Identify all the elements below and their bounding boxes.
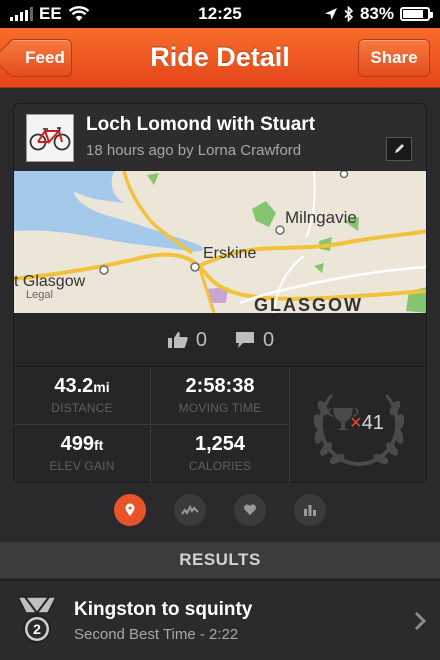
silver-medal-icon: 2 — [15, 595, 59, 647]
kudos-button[interactable]: 0 — [167, 328, 207, 352]
battery-icon — [400, 7, 433, 21]
battery-percent: 83% — [359, 4, 394, 23]
ride-subtitle: 18 hours ago by Lorna Crawford — [86, 142, 302, 159]
tab-splits[interactable] — [294, 494, 326, 526]
location-arrow-icon — [324, 8, 337, 20]
map-label-erskine: Erskine — [203, 245, 257, 262]
bar-chart-icon — [304, 505, 316, 516]
status-left: EE — [10, 4, 90, 24]
share-button[interactable]: Share — [358, 39, 430, 77]
thumbs-up-icon — [167, 332, 188, 348]
edit-pencil-icon[interactable] — [386, 137, 412, 161]
chevron-right-icon — [414, 611, 426, 631]
wifi-icon — [68, 6, 90, 21]
activity-graph-icon — [181, 504, 199, 515]
stat-moving-time: 2:58:38 MOVING TIME — [151, 368, 290, 425]
map-label-milngavie: Milngavie — [285, 208, 357, 227]
ride-header: Loch Lomond with Stuart 18 hours ago by … — [14, 104, 426, 170]
tab-heart-rate[interactable] — [234, 494, 266, 526]
elev-value-wrap: 499ft — [14, 433, 150, 456]
comments-button[interactable]: 0 — [235, 329, 274, 352]
feed-back-button[interactable]: Feed — [8, 39, 72, 77]
stat-elev-gain: 499ft ELEV GAIN — [14, 426, 151, 482]
elev-value: 499 — [60, 433, 95, 455]
map-legal-link[interactable]: Legal — [26, 289, 53, 301]
elev-unit: ft — [94, 437, 104, 453]
ride-map[interactable]: Milngavie Erskine t Glasgow GLASGOW Lega… — [14, 171, 426, 313]
carrier-label: EE — [39, 4, 62, 23]
elev-label: ELEV GAIN — [49, 459, 115, 473]
comment-icon — [236, 332, 254, 348]
distance-unit: mi — [93, 379, 110, 395]
bike-icon — [26, 114, 74, 162]
results-header: RESULTS — [0, 542, 440, 578]
heart-icon — [243, 504, 257, 515]
map-graphic — [14, 171, 426, 313]
achievements-prefix: × — [350, 412, 362, 434]
calories-label: CALORIES — [188, 459, 252, 473]
bluetooth-icon — [344, 6, 354, 22]
moving-time-value: 2:58:38 — [185, 375, 255, 397]
stats-grid: 43.2mi DISTANCE 2:58:38 MOVING TIME 499f… — [14, 368, 426, 482]
calories-value: 1,254 — [194, 433, 246, 455]
achievements-count: 41 — [361, 412, 384, 434]
distance-label: DISTANCE — [51, 401, 113, 415]
ride-card: Loch Lomond with Stuart 18 hours ago by … — [13, 103, 427, 483]
tab-analysis[interactable] — [174, 494, 206, 526]
result-row[interactable]: 2 Kingston to squinty Second Best Time -… — [0, 580, 440, 660]
page-title: Ride Detail — [150, 42, 290, 72]
distance-value-wrap: 43.2mi — [14, 375, 150, 398]
tab-map[interactable] — [114, 494, 146, 526]
stat-calories: 1,254 CALORIES — [151, 426, 290, 482]
medal-rank: 2 — [33, 621, 41, 637]
map-label-glasgow: GLASGOW — [254, 295, 363, 313]
kudos-count: 0 — [195, 328, 207, 351]
ride-title: Loch Lomond with Stuart — [86, 114, 316, 135]
map-pin-icon — [125, 503, 135, 516]
moving-time-label: MOVING TIME — [178, 401, 262, 415]
battery-fill — [403, 10, 423, 18]
nav-bar: Feed Ride Detail Share — [0, 28, 440, 88]
comments-count: 0 — [263, 328, 275, 351]
stat-distance: 43.2mi DISTANCE — [14, 368, 151, 425]
distance-value: 43.2 — [54, 375, 94, 397]
signal-strength-icon — [10, 7, 33, 21]
achievements-count-wrap: ×41 — [350, 412, 384, 435]
status-right: 83% — [324, 4, 433, 24]
result-title: Kingston to squinty — [74, 599, 253, 620]
detail-tabs — [0, 494, 440, 530]
result-subtitle: Second Best Time - 2:22 — [74, 626, 239, 643]
status-bar: EE 12:25 83% — [0, 0, 440, 28]
feed-back-label: Feed — [25, 48, 65, 67]
achievements-badge[interactable]: ×41 — [290, 368, 426, 482]
social-bar: 0 0 — [14, 314, 426, 367]
